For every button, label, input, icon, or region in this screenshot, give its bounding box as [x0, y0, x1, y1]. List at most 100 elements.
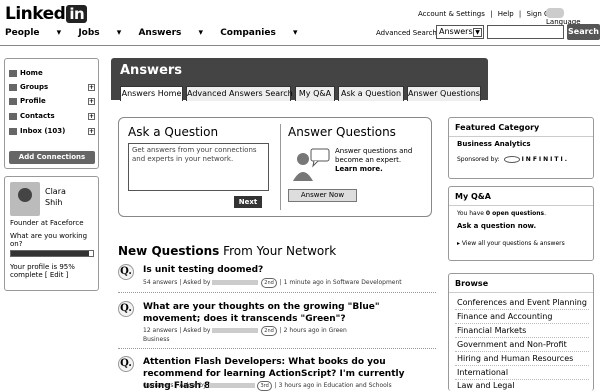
nav-companies[interactable]: Companies ▾	[220, 28, 297, 38]
divider	[455, 309, 589, 310]
sidebar-item-home[interactable]: Home	[9, 69, 95, 77]
ask-title: Ask a Question	[128, 125, 219, 139]
browse-category[interactable]: Finance and Accounting	[457, 312, 552, 321]
sidebar-item-profile[interactable]: Profile +	[9, 97, 95, 105]
question-title[interactable]: What are your thoughts on the growing "B…	[143, 301, 435, 325]
divider	[455, 337, 589, 338]
expand-icon[interactable]: +	[88, 112, 95, 120]
profile-progress-bar	[10, 250, 94, 257]
view-all-link[interactable]: ▸ View all your questions & answers	[457, 240, 565, 247]
advanced-search-link[interactable]: Advanced Search	[376, 29, 437, 37]
featured-category-box: Featured Category Business Analytics Spo…	[448, 117, 594, 179]
divider	[455, 323, 589, 324]
my-qa-box: My Q&A You have 0 open questions. Ask a …	[448, 186, 594, 261]
nav-jobs[interactable]: Jobs ▾	[78, 28, 121, 38]
profile-first-name[interactable]: Clara	[45, 187, 66, 196]
question-meta: 54 answers | Asked by 2nd | 1 minute ago…	[143, 278, 402, 288]
separator: |	[490, 10, 493, 18]
sponsor-line: Sponsored by: INFINITI.	[457, 156, 570, 163]
question-title[interactable]: Is unit testing doomed?	[143, 264, 435, 276]
featured-category-link[interactable]: Business Analytics	[457, 140, 531, 148]
account-settings-link[interactable]: Account & Settings	[418, 10, 485, 18]
browse-category[interactable]: Financial Markets	[457, 326, 526, 335]
nav-answers[interactable]: Answers ▾	[138, 28, 203, 38]
search-button[interactable]: Search	[567, 24, 600, 40]
profile-complete-line1: Your profile is 95%	[10, 263, 75, 271]
open-questions-text: You have 0 open questions.	[457, 210, 547, 217]
asker-name[interactable]	[212, 328, 259, 333]
linkedin-logo[interactable]: Linked in	[5, 4, 88, 24]
browse-heading: Browse	[449, 274, 593, 293]
top-bar: Linked in Account & Settings | Help | Sig…	[0, 0, 600, 46]
status-prompt[interactable]: What are you working on?	[10, 232, 98, 248]
person-speech-icon	[293, 148, 330, 181]
sidebar-item-groups[interactable]: Groups +	[9, 83, 95, 91]
degree-badge: 3rd	[257, 381, 272, 391]
next-button[interactable]: Next	[234, 196, 262, 208]
search-type-select[interactable]: Answers ▼	[436, 25, 484, 39]
answer-title: Answer Questions	[288, 125, 396, 139]
sidebar-item-inbox[interactable]: Inbox (103) +	[9, 127, 95, 135]
divider	[455, 365, 589, 366]
browse-category[interactable]: Conferences and Event Planning	[457, 298, 587, 307]
divider	[455, 351, 589, 352]
tab-answer-questions[interactable]: Answer Questions	[407, 86, 481, 101]
browse-box: Browse Conferences and Event Planning Fi…	[448, 273, 594, 391]
profile-icon	[9, 97, 17, 105]
answer-description: Answer questions and become an expert. L…	[335, 147, 427, 174]
browse-category[interactable]: Hiring and Human Resources	[457, 354, 573, 363]
profile-box: Clara Shih Founder at Faceforce What are…	[4, 176, 99, 291]
tab-advanced-search[interactable]: Advanced Answers Search	[186, 86, 293, 101]
degree-badge: 2nd	[261, 278, 277, 288]
question-icon: Q.	[118, 264, 134, 280]
chevron-down-icon: ▼	[473, 28, 482, 37]
inbox-icon	[9, 127, 17, 135]
sidebar-item-contacts[interactable]: Contacts +	[9, 112, 95, 120]
question-meta: 0 answers | Asked by 3rd | 3 hours ago i…	[143, 381, 392, 391]
browse-category[interactable]: Government and Non-Profit	[457, 340, 567, 349]
question-icon: Q.	[118, 301, 134, 317]
learn-more-link[interactable]: Learn more.	[335, 165, 427, 174]
left-nav-box: Home Groups + Profile + Contacts + Inbox (1…	[4, 58, 99, 169]
browse-category[interactable]: International	[457, 368, 508, 377]
separator: |	[518, 10, 522, 18]
contacts-icon	[9, 112, 17, 120]
divider	[280, 124, 281, 210]
profile-headline: Founder at Faceforce	[10, 219, 84, 227]
main-nav: People ▾ Jobs ▾ Answers ▾ Companies ▾	[5, 28, 312, 38]
asker-name[interactable]	[212, 280, 259, 285]
degree-badge: 2nd	[261, 326, 277, 336]
question-textarea[interactable]: Get answers from your connections and ex…	[128, 143, 269, 191]
search-input[interactable]	[487, 25, 564, 39]
divider	[455, 379, 589, 380]
asker-name[interactable]	[208, 383, 255, 388]
ask-question-link[interactable]: Ask a question now.	[457, 222, 536, 230]
groups-icon	[9, 83, 17, 91]
tab-ask-question[interactable]: Ask a Question	[338, 86, 404, 101]
progress-fill	[11, 251, 89, 256]
avatar[interactable]	[10, 182, 40, 216]
featured-heading: Featured Category	[449, 118, 593, 137]
answer-now-button[interactable]: Answer Now	[288, 189, 357, 202]
profile-complete-line2[interactable]: complete [ Edit ]	[10, 271, 98, 279]
divider	[118, 292, 436, 293]
add-connections-button[interactable]: Add Connections	[9, 151, 95, 164]
profile-last-name[interactable]: Shih	[45, 198, 62, 207]
expand-icon[interactable]: +	[88, 127, 95, 135]
sponsor-logo[interactable]: INFINITI.	[504, 156, 569, 163]
my-qa-heading: My Q&A	[449, 187, 593, 206]
expand-icon[interactable]: +	[88, 97, 95, 105]
page-title: Answers	[120, 63, 183, 78]
top-links: Account & Settings | Help | Sign Out	[418, 10, 560, 18]
divider	[118, 348, 436, 349]
question-meta: 12 answers | Asked by 2nd | 2 hours ago …	[143, 326, 347, 343]
question-icon: Q.	[118, 356, 134, 372]
expand-icon[interactable]: +	[88, 83, 95, 91]
home-icon	[9, 69, 17, 77]
help-link[interactable]: Help	[498, 10, 514, 18]
tab-answers-home[interactable]: Answers Home	[120, 86, 183, 101]
new-questions-heading: New Questions From Your Network	[118, 244, 337, 258]
globe-icon	[546, 8, 564, 18]
tab-my-qa[interactable]: My Q&A	[295, 86, 335, 101]
nav-people[interactable]: People ▾	[5, 28, 61, 38]
